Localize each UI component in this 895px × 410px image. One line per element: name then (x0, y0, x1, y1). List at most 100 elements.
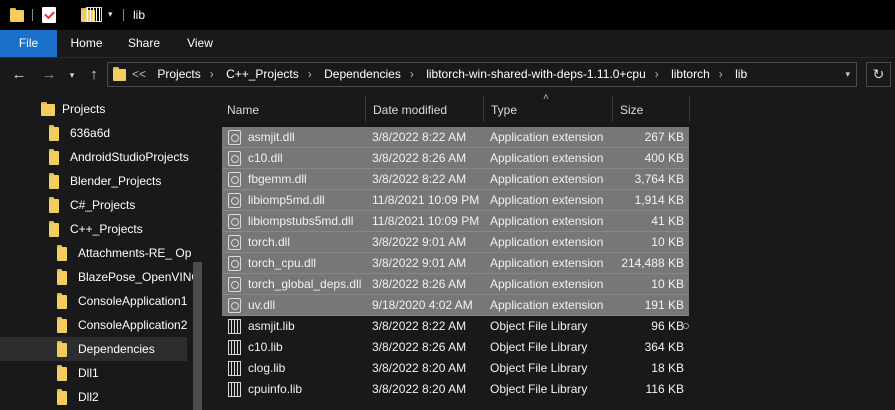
file-size: 214,488 KB (621, 256, 684, 270)
library-file-icon (228, 382, 241, 397)
file-type: Object File Library (490, 382, 588, 396)
file-row[interactable]: torch.dll 3/8/2022 9:01 AM Application ext… (222, 232, 689, 253)
file-row[interactable]: libiomp5md.dll 11/8/2021 10:09 PM Applicat… (222, 190, 689, 211)
nav-item-label: 636a6d (70, 126, 111, 140)
dll-file-icon (228, 214, 241, 229)
breadcrumb-overflow[interactable]: << (132, 67, 146, 81)
file-row[interactable]: torch_global_deps.dll 3/8/2022 8:26 AM App… (222, 274, 689, 295)
file-row[interactable]: torch_cpu.dll 3/8/2022 9:01 AM Application… (222, 253, 689, 274)
file-type: Application extension (490, 172, 604, 186)
file-type: Object File Library (490, 340, 588, 354)
nav-item-label: Dll1 (78, 366, 99, 380)
nav-item-label: BlazePose_OpenVINO (78, 270, 201, 284)
nav-item-label: AndroidStudioProjects (70, 150, 189, 164)
chevron-right-icon[interactable]: › (210, 67, 214, 81)
folder-icon (57, 389, 67, 405)
forward-arrow-icon[interactable]: → (40, 66, 58, 84)
breadcrumb-projects[interactable]: Projects (157, 67, 200, 81)
tab-view[interactable]: View (179, 30, 221, 57)
file-type: Application extension (490, 130, 604, 144)
tab-file[interactable]: File (0, 30, 57, 57)
file-row[interactable]: c10.lib 3/8/2022 8:26 AM Object File Libra… (222, 337, 689, 358)
toolbar-separator (123, 9, 124, 21)
file-row[interactable]: uv.dll 9/18/2020 4:02 AM Application exten… (222, 295, 689, 316)
library-file-icon (228, 361, 241, 376)
file-size: 267 KB (644, 130, 684, 144)
nav-item-label: Projects (62, 102, 106, 116)
file-size: 116 KB (645, 382, 684, 396)
nav-item-label: Blender_Projects (70, 174, 162, 188)
breadcrumb-libtorch[interactable]: libtorch (671, 67, 710, 81)
back-arrow-icon[interactable]: ← (10, 66, 28, 84)
file-size: 10 KB (651, 277, 684, 291)
column-header-type[interactable]: Type (491, 97, 517, 123)
dll-file-icon (228, 172, 241, 187)
nav-item-label: ConsoleApplication2 (78, 318, 188, 332)
breadcrumb-dependencies[interactable]: Dependencies (324, 67, 401, 81)
nav-pane-scrollbar-thumb[interactable] (193, 262, 202, 410)
column-divider[interactable] (483, 96, 484, 122)
chevron-right-icon[interactable]: › (655, 67, 659, 81)
chevron-right-icon[interactable]: › (410, 67, 414, 81)
file-name: cpuinfo.lib (248, 382, 303, 396)
address-bar[interactable]: << Projects › C++_Projects › Dependencies ›… (107, 62, 857, 87)
library-file-icon (228, 319, 241, 334)
nav-item-label: Dll2 (78, 390, 99, 404)
chevron-right-icon[interactable]: › (719, 67, 723, 81)
folder-icon (57, 341, 67, 357)
file-size: 10 KB (651, 235, 684, 249)
file-row[interactable]: asmjit.dll 3/8/2022 8:22 AM Application ex… (222, 127, 689, 148)
scroll-indicator (683, 323, 689, 329)
chevron-right-icon[interactable]: › (308, 67, 312, 81)
recent-locations-chevron-down-icon[interactable]: ▾ (63, 66, 81, 84)
customize-toolbar-dropdown-icon[interactable]: ▾ (108, 9, 113, 25)
rename-icon[interactable] (86, 7, 102, 22)
column-divider[interactable] (612, 96, 613, 122)
file-size: 191 KB (644, 298, 684, 312)
file-row[interactable]: cpuinfo.lib 3/8/2022 8:20 AM Object File L… (222, 379, 689, 400)
folder-icon (57, 317, 67, 333)
column-divider[interactable] (365, 96, 366, 122)
file-type: Application extension (490, 214, 604, 228)
breadcrumb-lib[interactable]: lib (735, 67, 747, 81)
file-type: Application extension (490, 235, 604, 249)
column-divider[interactable] (689, 96, 690, 122)
file-row[interactable]: fbgemm.dll 3/8/2022 8:22 AM Application ex… (222, 169, 689, 190)
dll-file-icon (228, 193, 241, 208)
folder-icon (49, 173, 59, 189)
file-type: Object File Library (490, 361, 588, 375)
file-row[interactable]: clog.lib 3/8/2022 8:20 AM Object File Libr… (222, 358, 689, 379)
file-row[interactable]: asmjit.lib 3/8/2022 8:22 AM Object File Li… (222, 316, 689, 337)
dll-file-icon (228, 151, 241, 166)
toolbar-separator (32, 9, 33, 21)
breadcrumb-libtorch-win[interactable]: libtorch-win-shared-with-deps-1.11.0+cpu (426, 67, 646, 81)
file-type: Object File Library (490, 319, 588, 333)
nav-item-label: C#_Projects (70, 198, 136, 212)
column-header-date-modified[interactable]: Date modified (373, 97, 447, 123)
column-header-name[interactable]: Name (227, 97, 259, 123)
folder-icon (57, 245, 67, 261)
file-size: 18 KB (651, 361, 684, 375)
file-size: 96 KB (651, 319, 684, 333)
folder-icon[interactable] (10, 8, 24, 22)
tab-share[interactable]: Share (123, 30, 165, 57)
address-history-chevron-down-icon[interactable]: ▾ (845, 69, 850, 80)
refresh-icon[interactable]: ↻ (866, 62, 891, 87)
file-date-modified: 3/8/2022 8:22 AM (372, 319, 467, 333)
column-header-size[interactable]: Size (620, 97, 643, 123)
file-date-modified: 3/8/2022 8:22 AM (372, 172, 467, 186)
tab-home[interactable]: Home (64, 30, 109, 57)
file-date-modified: 3/8/2022 8:20 AM (372, 361, 467, 375)
file-type: Application extension (490, 298, 604, 312)
breadcrumb-cpp-projects[interactable]: C++_Projects (226, 67, 299, 81)
file-size: 400 KB (644, 151, 684, 165)
file-date-modified: 3/8/2022 8:22 AM (372, 130, 467, 144)
file-row[interactable]: c10.dll 3/8/2022 8:26 AM Application exten… (222, 148, 689, 169)
dll-file-icon (228, 298, 241, 313)
properties-icon[interactable] (42, 7, 56, 23)
file-name: torch_cpu.dll (248, 256, 317, 270)
up-arrow-icon[interactable]: ↑ (85, 66, 103, 84)
library-file-icon (228, 340, 241, 355)
file-size: 364 KB (644, 340, 684, 354)
file-row[interactable]: libiompstubs5md.dll 11/8/2021 10:09 PM App… (222, 211, 689, 232)
